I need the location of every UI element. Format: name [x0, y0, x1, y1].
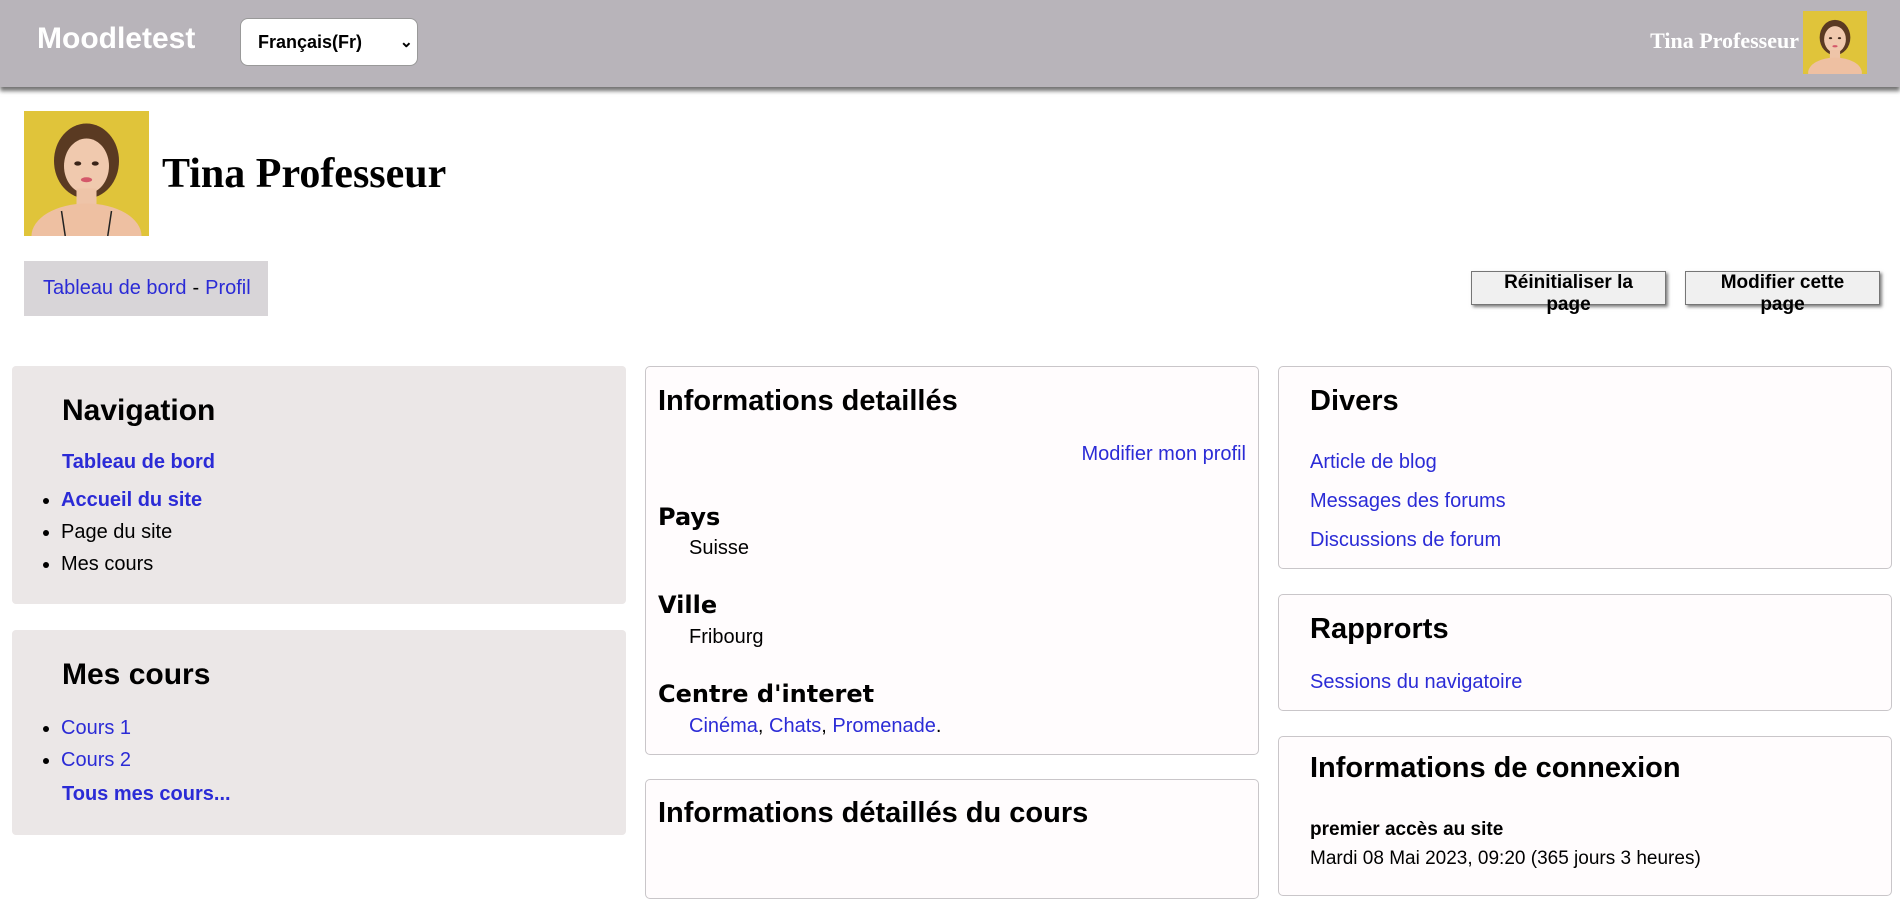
reports-title: Rapprorts — [1310, 613, 1449, 645]
language-select[interactable]: Français(Fr) ⌄ — [240, 18, 418, 66]
blog-article-link[interactable]: Article de blog — [1310, 451, 1437, 474]
separator: , — [821, 715, 827, 737]
course-1-link[interactable]: Cours 1 — [61, 717, 131, 739]
language-select-value: Français(Fr) — [258, 31, 363, 52]
separator: . — [935, 715, 942, 737]
nav-home-link[interactable]: Accueil du site — [61, 489, 202, 511]
header-user-name[interactable]: Tina Professeur — [1650, 28, 1799, 54]
user-portrait-icon — [24, 111, 149, 236]
separator: , — [757, 715, 764, 737]
breadcrumb-separator: - — [192, 277, 200, 299]
list-item[interactable]: Mes cours — [61, 548, 202, 580]
top-navbar: Moodletest Français(Fr) ⌄ Tina Professeu… — [0, 0, 1900, 87]
course-details-block: Informations détaillés du cours — [645, 779, 1259, 899]
course-2-link[interactable]: Cours 2 — [61, 749, 131, 771]
chevron-down-icon: ⌄ — [399, 34, 413, 51]
misc-title: Divers — [1310, 385, 1399, 417]
edit-page-button[interactable]: Modifier cette page — [1685, 271, 1880, 315]
list-item: Cours 1 — [61, 712, 131, 744]
interests-label: Centre d'interet — [658, 680, 875, 708]
interest-tag-link[interactable]: Promenade — [832, 715, 935, 737]
login-info-block: Informations de connexion premier accès … — [1278, 736, 1892, 896]
my-courses-list: Cours 1 Cours 2 — [12, 712, 131, 776]
edit-profile-link[interactable]: Modifier mon profil — [1081, 443, 1246, 466]
city-value: Fribourg — [689, 626, 764, 648]
interests-value: Cinéma, Chats, Promenade. — [689, 715, 941, 738]
city-label: Ville — [658, 591, 718, 619]
first-access-label: premier accès au site — [1310, 819, 1504, 840]
details-block: Informations detaillés Modifier mon prof… — [645, 366, 1259, 755]
reports-block: Rapprorts Sessions du navigatoire — [1278, 594, 1892, 711]
my-courses-block: Mes cours Cours 1 Cours 2 Tous mes cours… — [12, 630, 626, 835]
breadcrumb: Tableau de bord - Profil — [24, 261, 268, 316]
nav-dashboard-link[interactable]: Tableau de bord — [62, 451, 215, 474]
country-value: Suisse — [689, 537, 750, 559]
user-portrait-icon — [1803, 11, 1867, 74]
misc-block: Divers Article de blog Messages des foru… — [1278, 366, 1892, 569]
list-item: Accueil du site — [61, 484, 202, 516]
header-avatar[interactable] — [1803, 11, 1867, 74]
reset-page-button[interactable]: Réinitialiser la page — [1471, 271, 1666, 315]
navigation-title: Navigation — [62, 394, 216, 427]
navigation-block: Navigation Tableau de bord Accueil du si… — [12, 366, 626, 604]
nav-site-page[interactable]: Page du site — [61, 521, 172, 543]
site-brand[interactable]: Moodletest — [37, 22, 195, 56]
list-item[interactable]: Page du site — [61, 516, 202, 548]
navigation-list: Accueil du site Page du site Mes cours — [12, 484, 202, 580]
page-title: Tina Professeur — [162, 151, 447, 197]
login-info-title: Informations de connexion — [1310, 752, 1681, 784]
course-details-title: Informations détaillés du cours — [658, 797, 1089, 829]
details-title: Informations detaillés — [658, 385, 958, 417]
breadcrumb-profile[interactable]: Profil — [205, 277, 251, 300]
forum-messages-link[interactable]: Messages des forums — [1310, 490, 1506, 513]
country-label: Pays — [658, 503, 721, 531]
forum-discussions-link[interactable]: Discussions de forum — [1310, 529, 1501, 552]
browser-sessions-link[interactable]: Sessions du navigatoire — [1310, 671, 1522, 694]
nav-my-courses[interactable]: Mes cours — [61, 553, 153, 575]
my-courses-title: Mes cours — [62, 658, 211, 691]
first-access-value: Mardi 08 Mai 2023, 09:20 (365 jours 3 he… — [1310, 848, 1701, 869]
interest-tag-link[interactable]: Chats — [769, 715, 821, 737]
breadcrumb-dashboard[interactable]: Tableau de bord — [43, 277, 186, 300]
all-courses-link[interactable]: Tous mes cours... — [62, 783, 231, 806]
list-item: Cours 2 — [61, 744, 131, 776]
interest-tag-link[interactable]: Cinéma — [689, 715, 758, 737]
profile-avatar — [24, 111, 149, 236]
